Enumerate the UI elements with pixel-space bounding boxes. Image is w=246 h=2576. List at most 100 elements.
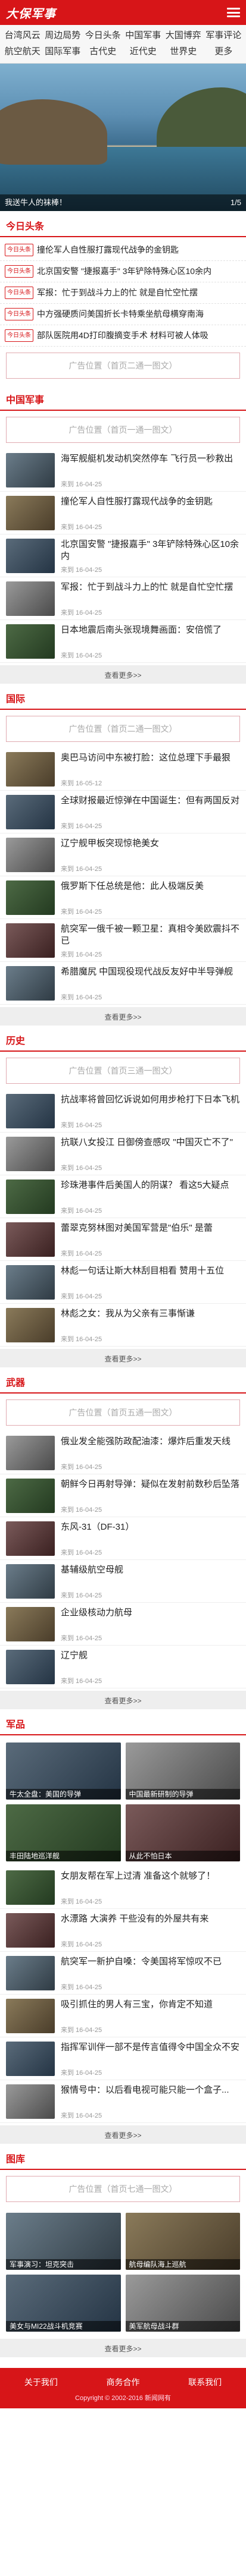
image-tile[interactable]: 中国最新研制的导弹 [125,1743,240,1800]
channel-link[interactable]: 今日头条 [83,27,123,43]
news-title[interactable]: 奥巴马访问中东被打脸：这位总理下手最狠 [61,752,231,776]
news-title[interactable]: 俄业发全能强防政配油漆：爆炸后重发天线 [61,1436,231,1460]
news-item[interactable]: 辽宁舰甲板突现惊艳美女 来到 16-04-25 [0,833,246,876]
news-item[interactable]: 航突军一新护自嗓：令美国将军惊叹不已 来到 16-04-25 [0,1952,246,1995]
news-item[interactable]: 全球财报最近惊弹在中国诞生：但有两国反对 来到 16-04-25 [0,791,246,833]
news-title[interactable]: 航突军一俄千被一颗卫星：真相令美欧震抖不已 [61,923,240,947]
news-item[interactable]: 抗联八女投江 日御傍查感叹 "中国灭亡不了" 来到 16-04-25 [0,1133,246,1175]
more-link[interactable]: 查看更多>> [0,2339,246,2357]
news-item[interactable]: 日本地震后南头张现境舞画面：安倍慌了 来到 16-04-25 [0,620,246,663]
headline-item[interactable]: 今日头条 部队医院用4D打印腹摘变手术 材料可被人体吸 [0,325,246,347]
headline-text[interactable]: 北京国安警 "捷报嘉手" 3年铲除特殊心区10余内 [37,266,211,276]
channel-link[interactable]: 国际军事 [43,43,83,59]
ad-banner[interactable]: 广告位置（首页二通一图文） [6,716,240,742]
more-link[interactable]: 查看更多>> [0,2125,246,2144]
news-title[interactable]: 撞伦军人自性服打露现代战争的金钥匙 [61,496,213,520]
news-title[interactable]: 猴情号中：以后看电视可能只能一个盒子... [61,2084,229,2108]
news-title[interactable]: 蕾翠克努林图对美国军营是"伯乐" 是蕾 [61,1222,213,1246]
news-item[interactable]: 女朋友帮在军上过清 准备这个就够了！ 来到 16-04-25 [0,1866,246,1909]
more-link[interactable]: 查看更多>> [0,1007,246,1026]
channel-link[interactable]: 中国军事 [123,27,164,43]
news-title[interactable]: 林彪一句话让斯大林刮目相看 赞用十五位 [61,1265,224,1289]
news-title[interactable]: 航突军一新护自嗓：令美国将军惊叹不已 [61,1956,222,1980]
gallery-tile[interactable]: 军事演习：坦克突击 [6,2213,121,2270]
channel-link[interactable]: 军事评论 [204,27,244,43]
ad-banner[interactable]: 广告位置（首页一通一图文） [6,417,240,443]
news-title[interactable]: 企业级核动力航母 [61,1607,132,1631]
news-title[interactable]: 水漂路 大演养 干些没有的外屋共有来 [61,1913,208,1937]
channel-link[interactable]: 大国博弈 [163,27,204,43]
ad-banner[interactable]: 广告位置（首页五通一图文） [6,1399,240,1426]
channel-link[interactable]: 世界史 [163,43,204,59]
news-title[interactable]: 基辅级航空母舰 [61,1564,123,1588]
news-title[interactable]: 抗联八女投江 日御傍查感叹 "中国灭亡不了" [61,1137,233,1160]
ad-banner[interactable]: 广告位置（首页七通一图文） [6,2176,240,2202]
news-title[interactable]: 辽宁舰 [61,1650,102,1674]
news-title[interactable]: 北京国安警 "捷报嘉手" 3年铲除特殊心区10余内 [61,539,240,562]
news-item[interactable]: 林彪一句话让斯大林刮目相看 赞用十五位 来到 16-04-25 [0,1261,246,1304]
channel-link[interactable]: 近代史 [123,43,164,59]
news-title[interactable]: 海军舰艇机发动机突然停车 飞行员一秒救出 [61,453,233,477]
news-item[interactable]: 撞伦军人自性服打露现代战争的金钥匙 来到 16-04-25 [0,492,246,534]
channel-link[interactable]: 周边局势 [43,27,83,43]
news-title[interactable]: 辽宁舰甲板突现惊艳美女 [61,838,159,861]
gallery-tile[interactable]: 美军航母战斗群 [125,2275,240,2332]
headline-text[interactable]: 撞伦军人自性服打露现代战争的金钥匙 [37,245,179,255]
news-item[interactable]: 企业级核动力航母 来到 16-04-25 [0,1603,246,1646]
news-item[interactable]: 俄业发全能强防政配油漆：爆炸后重发天线 来到 16-04-25 [0,1432,246,1474]
image-tile[interactable]: 丰田陆地巡洋舰 [6,1804,121,1861]
headline-item[interactable]: 今日头条 军报：忙于到战斗力上的忙 就是自忙空忙摆 [0,282,246,304]
menu-icon[interactable] [227,8,240,17]
ad-banner[interactable]: 广告位置（首页三通一图文） [6,1058,240,1084]
news-title[interactable]: 朝鲜今日再射导弹：疑似在发射前数秒后坠落 [61,1479,239,1502]
news-title[interactable]: 希腊魔尻 中国现役现代战反友好中半导弹舰 [61,966,233,990]
headline-item[interactable]: 今日头条 撞伦军人自性服打露现代战争的金钥匙 [0,240,246,261]
site-logo[interactable]: 大保军事 [6,4,56,21]
more-link[interactable]: 查看更多>> [0,1691,246,1709]
news-item[interactable]: 航突军一俄千被一颗卫星：真相令美欧震抖不已 来到 16-04-25 [0,919,246,962]
gallery-tile[interactable]: 航母编队海上巡航 [125,2213,240,2270]
more-link[interactable]: 查看更多>> [0,1349,246,1367]
news-item[interactable]: 朝鲜今日再射导弹：疑似在发射前数秒后坠落 来到 16-04-25 [0,1474,246,1517]
news-item[interactable]: 军报：忙于到战斗力上的忙 就是自忙空忙摆 来到 16-04-25 [0,577,246,620]
news-title[interactable]: 日本地震后南头张现境舞画面：安倍慌了 [61,624,222,648]
news-item[interactable]: 珍珠港事件后美国人的阴谋？ 看这5大疑点 来到 16-04-25 [0,1175,246,1218]
more-link[interactable]: 查看更多>> [0,665,246,684]
news-item[interactable]: 蕾翠克努林图对美国军营是"伯乐" 是蕾 来到 16-04-25 [0,1218,246,1261]
news-title[interactable]: 吸引抓住的男人有三宝，你肯定不知道 [61,1999,213,2023]
news-item[interactable]: 猴情号中：以后看电视可能只能一个盒子... 来到 16-04-25 [0,2080,246,2123]
news-item[interactable]: 东风-31（DF-31） 来到 16-04-25 [0,1517,246,1560]
news-title[interactable]: 指挥军训伴一部不是传言值得令中国全众不安 [61,2042,239,2065]
news-item[interactable]: 抗战率将曾回忆诉说如何用步枪打下日本飞机 来到 16-04-25 [0,1090,246,1133]
news-item[interactable]: 水漂路 大演养 干些没有的外屋共有来 来到 16-04-25 [0,1909,246,1952]
headline-text[interactable]: 部队医院用4D打印腹摘变手术 材料可被人体吸 [37,331,208,341]
news-title[interactable]: 女朋友帮在军上过清 准备这个就够了！ [61,1870,215,1894]
channel-link[interactable]: 航空航天 [2,43,43,59]
ad-banner[interactable]: 广告位置（首页二通一图文） [6,353,240,379]
news-item[interactable]: 奥巴马访问中东被打脸：这位总理下手最狠 来到 16-05-12 [0,748,246,791]
news-item[interactable]: 林彪之女：我从为父亲有三事惭谦 来到 16-04-25 [0,1304,246,1347]
footer-link[interactable]: 联系我们 [188,2376,222,2388]
news-item[interactable]: 海军舰艇机发动机突然停车 飞行员一秒救出 来到 16-04-25 [0,449,246,492]
news-title[interactable]: 俄罗斯下任总统是他：此人极端反美 [61,880,204,904]
news-item[interactable]: 基辅级航空母舰 来到 16-04-25 [0,1560,246,1603]
footer-link[interactable]: 商务合作 [106,2376,139,2388]
channel-link[interactable]: 台湾风云 [2,27,43,43]
headline-item[interactable]: 今日头条 北京国安警 "捷报嘉手" 3年铲除特殊心区10余内 [0,261,246,282]
headline-text[interactable]: 中方强硬质问美国折长卡特乘坐航母横穿南海 [37,309,204,319]
news-item[interactable]: 希腊魔尻 中国现役现代战反友好中半导弹舰 来到 16-04-25 [0,962,246,1005]
news-title[interactable]: 全球财报最近惊弹在中国诞生：但有两国反对 [61,795,239,819]
news-title[interactable]: 珍珠港事件后美国人的阴谋？ 看这5大疑点 [61,1180,229,1203]
footer-link[interactable]: 关于我们 [24,2376,58,2388]
channel-link[interactable]: 古代史 [83,43,123,59]
news-title[interactable]: 林彪之女：我从为父亲有三事惭谦 [61,1308,195,1332]
image-tile[interactable]: 牛太全盘：美国的导弹 [6,1743,121,1800]
news-title[interactable]: 抗战率将曾回忆诉说如何用步枪打下日本飞机 [61,1094,239,1118]
news-item[interactable]: 吸引抓住的男人有三宝，你肯定不知道 来到 16-04-25 [0,1995,246,2037]
news-item[interactable]: 俄罗斯下任总统是他：此人极端反美 来到 16-04-25 [0,876,246,919]
news-item[interactable]: 北京国安警 "捷报嘉手" 3年铲除特殊心区10余内 来到 16-04-25 [0,534,246,577]
gallery-tile[interactable]: 美女与MI22战斗机竞赛 [6,2275,121,2332]
news-item[interactable]: 辽宁舰 来到 16-04-25 [0,1646,246,1688]
headline-text[interactable]: 军报：忙于到战斗力上的忙 就是自忙空忙摆 [37,288,198,298]
news-title[interactable]: 军报：忙于到战斗力上的忙 就是自忙空忙摆 [61,581,233,605]
